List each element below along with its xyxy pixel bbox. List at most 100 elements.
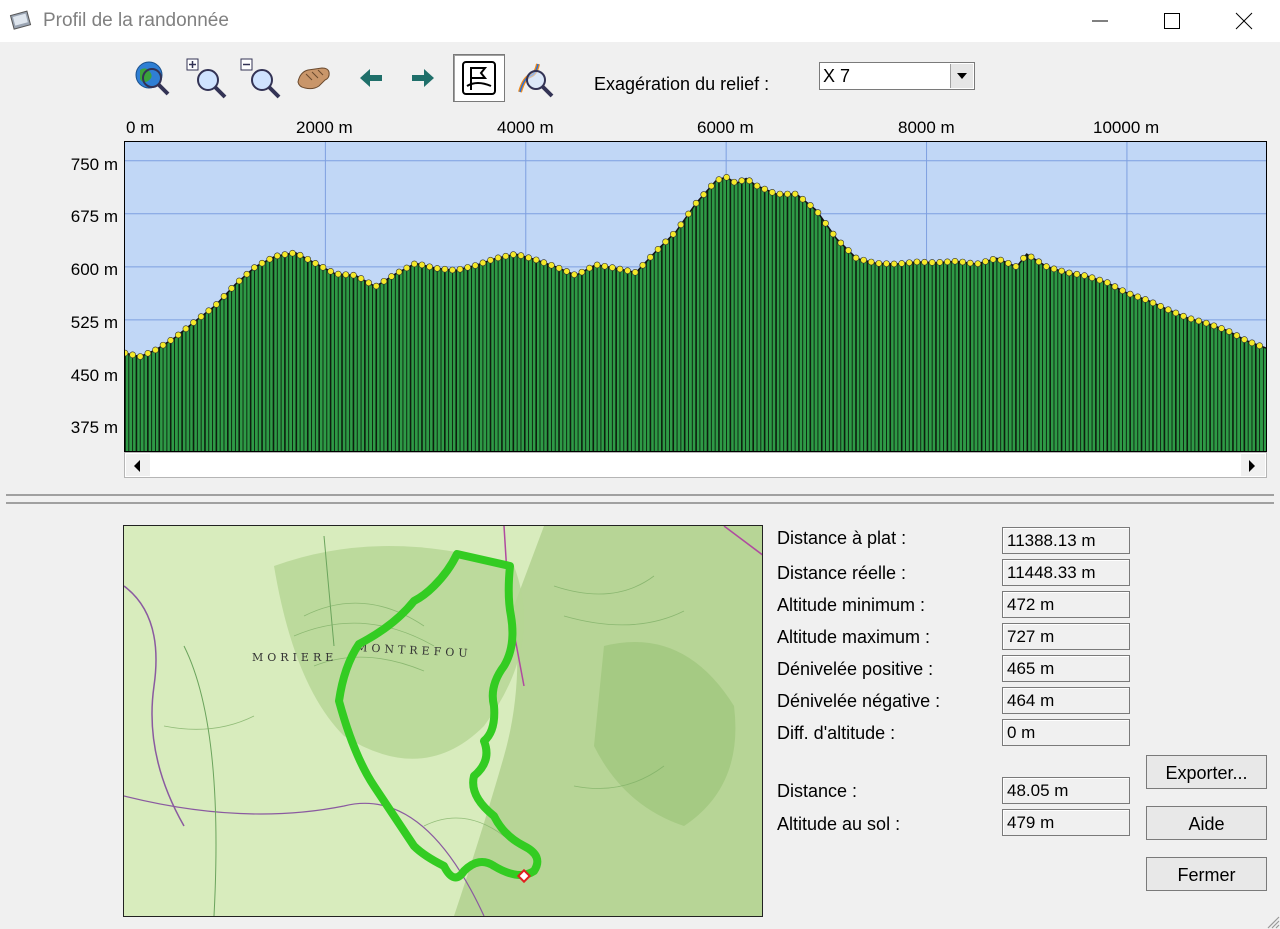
profile-point xyxy=(1065,269,1073,277)
zoom-out-icon xyxy=(240,58,281,99)
x-tick-label: 10000 m xyxy=(1093,118,1160,137)
profile-point xyxy=(372,282,380,290)
profile-point xyxy=(890,260,898,268)
profile-point xyxy=(936,259,944,266)
profile-point xyxy=(319,264,327,271)
profile-point xyxy=(273,252,281,260)
previous-button[interactable] xyxy=(348,56,392,100)
profile-point xyxy=(1187,315,1195,323)
profile-point xyxy=(213,301,220,308)
stat-field: 727 m xyxy=(1002,623,1130,650)
profile-point xyxy=(136,353,144,360)
profile-point xyxy=(852,254,860,262)
profile-point xyxy=(456,265,464,273)
profile-point xyxy=(669,230,677,238)
profile-point xyxy=(464,264,471,271)
profile-point xyxy=(1119,287,1126,294)
cursor-stat-field: 479 m xyxy=(1002,809,1130,836)
profile-point xyxy=(845,247,852,254)
route-zoom-button[interactable] xyxy=(512,56,556,100)
exaggeration-select[interactable]: X 7 xyxy=(819,62,975,90)
x-tick-label: 8000 m xyxy=(898,118,955,137)
profile-point xyxy=(342,271,350,278)
profile-point xyxy=(532,256,540,264)
map-place-label: MORIERE xyxy=(252,651,337,664)
profile-point xyxy=(251,264,258,271)
profile-point xyxy=(1081,272,1088,279)
profile-point xyxy=(357,275,365,282)
profile-point xyxy=(144,349,152,357)
resize-grip-icon[interactable] xyxy=(1264,913,1280,929)
profile-point xyxy=(365,279,372,287)
profile-point xyxy=(350,271,357,279)
stat-field: 11448.33 m xyxy=(1002,559,1130,586)
close-button[interactable]: Fermer xyxy=(1146,857,1267,891)
profile-point xyxy=(471,262,479,269)
profile-point xyxy=(715,176,723,183)
horizontal-scrollbar[interactable] xyxy=(124,452,1267,478)
y-tick-label: 600 m xyxy=(70,260,118,279)
profile-point xyxy=(327,268,334,275)
profile-point xyxy=(548,261,555,269)
elevation-profile-chart[interactable] xyxy=(124,141,1267,452)
profile-point xyxy=(266,255,273,263)
scroll-right-icon xyxy=(1249,460,1255,472)
profile-point xyxy=(167,336,174,344)
close-icon xyxy=(1235,12,1253,30)
scroll-right-button[interactable] xyxy=(1241,454,1265,476)
profile-point xyxy=(1027,253,1035,261)
profile-point xyxy=(411,260,418,268)
profile-point xyxy=(289,249,296,257)
profile-point xyxy=(1172,309,1180,317)
profile-point xyxy=(175,331,182,339)
stat-field: 11388.13 m xyxy=(1002,527,1130,554)
route-map[interactable]: MORIERE MONTREFOU xyxy=(123,525,763,917)
stat-label: Distance à plat : xyxy=(777,528,907,548)
profile-point xyxy=(129,351,136,359)
profile-point xyxy=(997,256,1004,264)
maximize-button[interactable] xyxy=(1136,0,1208,42)
profile-point xyxy=(708,182,715,190)
export-button[interactable]: Exporter... xyxy=(1146,755,1267,789)
profile-point xyxy=(730,178,738,186)
dropdown-button[interactable] xyxy=(950,64,973,88)
stat-value: 11448.33 m xyxy=(1007,563,1096,582)
profile-point xyxy=(738,177,746,184)
profile-point xyxy=(837,239,845,247)
globe-zoom-button[interactable] xyxy=(130,56,174,100)
profile-point xyxy=(799,195,807,203)
profile-point xyxy=(746,177,753,185)
stat-value: 465 m xyxy=(1007,659,1055,678)
profile-point xyxy=(1164,306,1172,314)
profile-point xyxy=(1035,258,1043,266)
profile-point xyxy=(502,252,510,260)
profile-point xyxy=(555,264,563,272)
profile-point xyxy=(586,264,593,272)
zoom-in-button[interactable] xyxy=(184,56,228,100)
profile-point xyxy=(243,270,251,278)
profile-point xyxy=(822,219,829,227)
help-button[interactable]: Aide xyxy=(1146,806,1267,840)
scroll-left-button[interactable] xyxy=(126,454,150,476)
splitter[interactable] xyxy=(6,494,1274,504)
close-window-button[interactable] xyxy=(1208,0,1280,42)
zoom-in-icon xyxy=(186,58,227,99)
stat-label: Dénivelée négative : xyxy=(777,691,941,711)
profile-point xyxy=(601,262,609,270)
x-tick-label: 2000 m xyxy=(296,118,353,137)
profile-point xyxy=(258,259,266,267)
minimize-button[interactable] xyxy=(1064,0,1136,42)
profile-point xyxy=(631,268,639,276)
x-tick-label: 0 m xyxy=(126,118,155,137)
profile-point xyxy=(1248,339,1256,347)
zoom-out-button[interactable] xyxy=(238,56,282,100)
profile-point xyxy=(867,258,875,266)
globe-zoom-icon xyxy=(135,61,170,96)
hand-pan-button[interactable] xyxy=(292,56,336,100)
next-button[interactable] xyxy=(402,56,446,100)
profile-point xyxy=(761,185,768,193)
profile-point xyxy=(159,341,167,349)
profile-point xyxy=(860,256,867,264)
profile-point xyxy=(791,190,799,198)
profile-flag-button[interactable] xyxy=(453,54,505,102)
